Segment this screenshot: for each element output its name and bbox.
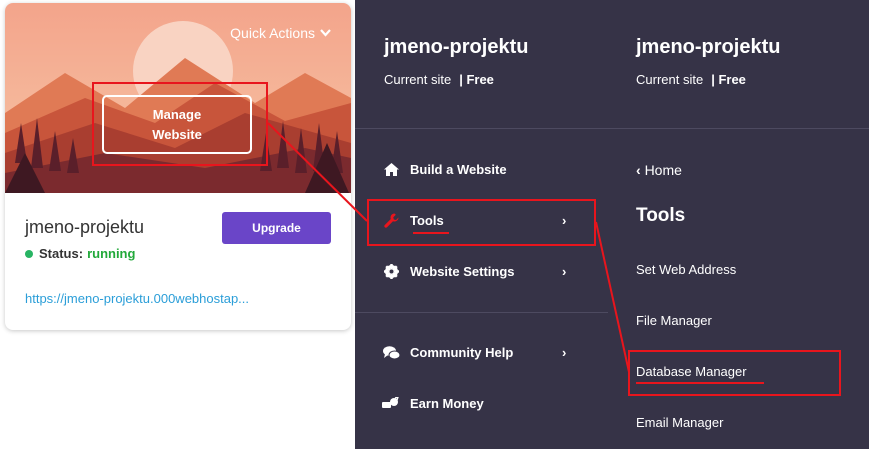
menu-item-earn-money[interactable]: Earn Money <box>382 396 484 411</box>
plan-badge: | Free <box>711 72 746 87</box>
menu-item-build-website[interactable]: Build a Website <box>382 162 507 177</box>
tools-highlight-box <box>367 199 596 246</box>
submenu-item-file-manager[interactable]: File Manager <box>636 313 712 328</box>
submenu-item-set-web-address[interactable]: Set Web Address <box>636 262 736 277</box>
money-icon <box>382 397 400 410</box>
current-site-label: Current site <box>636 72 704 87</box>
submenu-divider <box>608 128 869 129</box>
submenu-project-name: jmeno-projektu <box>636 36 781 58</box>
menu-item-website-settings[interactable]: Website Settings <box>382 264 515 279</box>
home-icon <box>382 163 400 176</box>
home-link-label: Home <box>644 162 682 178</box>
database-manager-highlight-box <box>628 350 841 396</box>
menu-item-label: Community Help <box>410 345 514 360</box>
chat-icon <box>382 345 400 360</box>
submenu-title: Tools <box>636 205 686 226</box>
quick-actions-menu[interactable]: Quick Actions <box>230 25 331 41</box>
chevron-left-icon: ‹ <box>636 162 641 178</box>
dashboard-sidebar: jmeno-projektu Current site | Free Build … <box>355 0 869 449</box>
back-home-link[interactable]: ‹ Home <box>636 162 682 178</box>
submenu-current-site: Current site | Free <box>636 72 746 87</box>
status-value: running <box>87 246 136 261</box>
quick-actions-label: Quick Actions <box>230 25 315 41</box>
status-label: Status: <box>39 246 84 261</box>
menu-item-community-help[interactable]: Community Help <box>382 345 513 360</box>
site-card: Quick Actions Manage Website jmeno-proje… <box>5 3 351 330</box>
menu-divider <box>355 128 608 129</box>
menu-item-label: Website Settings <box>410 264 515 279</box>
menu-item-label: Earn Money <box>410 396 484 411</box>
menu-current-site: Current site | Free <box>384 72 494 87</box>
current-site-label: Current site <box>384 72 452 87</box>
gear-icon <box>382 264 400 279</box>
site-status: Status: running <box>25 246 135 261</box>
chevron-right-icon: › <box>562 264 567 279</box>
submenu-item-email-manager[interactable]: Email Manager <box>636 415 723 430</box>
status-dot-icon <box>25 249 33 258</box>
chevron-down-icon <box>320 29 331 37</box>
chevron-right-icon: › <box>562 345 567 360</box>
menu-item-label: Build a Website <box>410 162 507 177</box>
site-name: jmeno-projektu <box>25 217 145 237</box>
menu-divider <box>355 312 608 313</box>
plan-badge: | Free <box>459 72 494 87</box>
upgrade-button[interactable]: Upgrade <box>222 212 331 244</box>
site-url-link[interactable]: https://jmeno-projektu.000webhostap... <box>25 291 249 306</box>
menu-project-name: jmeno-projektu <box>384 36 529 58</box>
manage-highlight-box <box>92 82 268 166</box>
